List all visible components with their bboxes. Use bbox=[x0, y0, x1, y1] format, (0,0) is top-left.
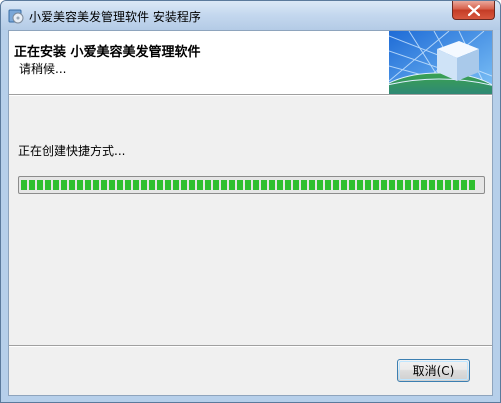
installer-cd-icon bbox=[8, 8, 24, 24]
close-icon bbox=[468, 5, 480, 16]
globe-cube-graphic bbox=[389, 31, 492, 94]
footer-divider bbox=[9, 345, 492, 347]
window-title: 小爱美容美发管理软件 安装程序 bbox=[29, 10, 201, 24]
header-title: 正在安装 小爱美容美发管理软件 bbox=[14, 45, 201, 60]
status-text: 正在创建快捷方式... bbox=[18, 144, 126, 158]
header-panel: 正在安装 小爱美容美发管理软件 请稍候... bbox=[9, 31, 492, 94]
cancel-button[interactable]: 取消(C) bbox=[397, 359, 470, 382]
title-bar[interactable]: 小爱美容美发管理软件 安装程序 bbox=[1, 1, 500, 30]
progress-bar bbox=[18, 176, 485, 194]
header-divider bbox=[9, 94, 492, 96]
progress-fill bbox=[21, 180, 477, 190]
cancel-button-label: 取消(C) bbox=[412, 364, 455, 378]
installer-window: 小爱美容美发管理软件 安装程序 正在安装 小爱美容美发管理软件 请稍候... 正… bbox=[0, 0, 501, 403]
header-subtitle: 请稍候... bbox=[19, 62, 67, 76]
close-button[interactable] bbox=[452, 1, 495, 20]
installer-body: 正在安装 小爱美容美发管理软件 请稍候... 正在创建快捷方式... 取消(C) bbox=[8, 30, 493, 396]
